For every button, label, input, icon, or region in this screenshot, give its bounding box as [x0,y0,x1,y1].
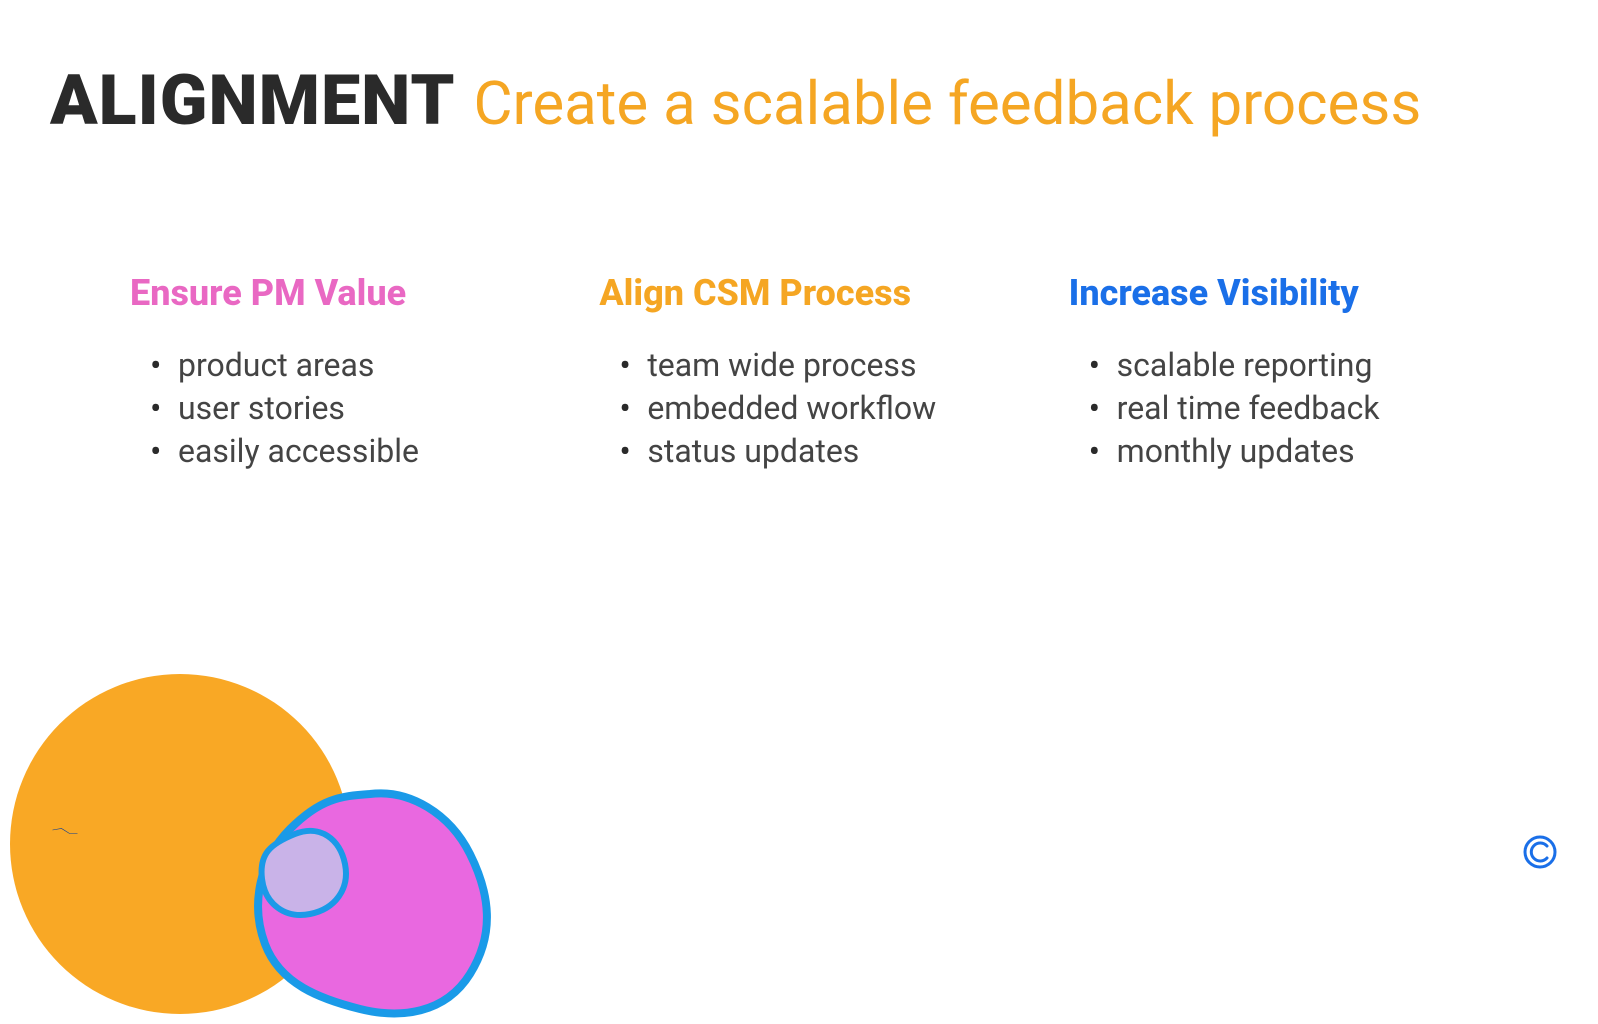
column-heading: Ensure PM Value [130,272,539,314]
list-item: status updates [619,430,1008,473]
column-csm-process: Align CSM Process team wide process embe… [599,272,1008,474]
list-item: product areas [150,344,539,387]
header-title: ALIGNMENT [50,60,455,142]
header-subtitle: Create a scalable feedback process [473,68,1421,139]
blue-line-shape [0,828,190,834]
column-list: team wide process embedded workflow stat… [599,344,1008,474]
column-visibility: Increase Visibility scalable reporting r… [1069,272,1478,474]
list-item: real time feedback [1089,387,1478,430]
list-item: scalable reporting [1089,344,1478,387]
brand-logo-icon [1522,834,1558,874]
column-list: scalable reporting real time feedback mo… [1069,344,1478,474]
column-pm-value: Ensure PM Value product areas user stori… [130,272,539,474]
slide-header: ALIGNMENT Create a scalable feedback pro… [0,0,1598,142]
pink-blob-shape [240,784,500,1024]
list-item: embedded workflow [619,387,1008,430]
list-item: easily accessible [150,430,539,473]
decorative-shapes [0,594,560,994]
list-item: user stories [150,387,539,430]
list-item: team wide process [619,344,1008,387]
list-item: monthly updates [1089,430,1478,473]
column-heading: Increase Visibility [1069,272,1478,314]
orange-circle-shape [10,674,350,1014]
column-list: product areas user stories easily access… [130,344,539,474]
columns-container: Ensure PM Value product areas user stori… [0,142,1598,474]
column-heading: Align CSM Process [599,272,1008,314]
